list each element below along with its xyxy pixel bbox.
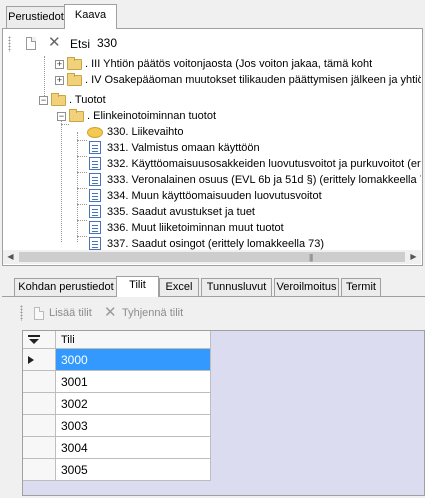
- oval-icon: [87, 127, 103, 138]
- folder-icon: [67, 57, 82, 70]
- tree-node-label: . Elinkeinotoiminnan tuotot: [87, 110, 217, 122]
- expand-plus-icon[interactable]: +: [55, 76, 64, 85]
- row-header[interactable]: [23, 371, 56, 393]
- table-row[interactable]: 3003: [56, 415, 211, 437]
- row-header[interactable]: [23, 349, 56, 371]
- tab-kaava[interactable]: Kaava: [64, 4, 117, 29]
- scroll-right-arrow-icon[interactable]: ▶: [406, 250, 421, 264]
- scroll-grip-icon: |||: [309, 253, 313, 262]
- tree-node-label: 333. Veronalainen osuus (EVL 6b ja 51d §…: [107, 174, 421, 186]
- row-header[interactable]: [23, 393, 56, 415]
- tree-node-336[interactable]: 336. Muut liiketoiminnan muut tuotot: [89, 220, 421, 236]
- tree-node-334[interactable]: 334. Muun käyttöomaisuuden luovutusvoito…: [89, 188, 421, 204]
- collapse-minus-icon[interactable]: −: [39, 96, 48, 105]
- row-header[interactable]: [23, 437, 56, 459]
- table-row[interactable]: 3004: [56, 437, 211, 459]
- tree-node-label: . III Yhtiön päätös voitonjaosta (Jos vo…: [85, 58, 373, 70]
- document-icon: [89, 157, 101, 170]
- tree-node-iv-osakepaaoma[interactable]: + . IV Osakepääoman muutokset tilikauden…: [55, 72, 421, 88]
- tab-termit[interactable]: Termit: [341, 278, 381, 296]
- tree-node-label: . Tuotot: [69, 94, 106, 106]
- tree-node-label: 334. Muun käyttöomaisuuden luovutusvoito…: [107, 190, 322, 202]
- tab-tilit[interactable]: Tilit: [116, 276, 159, 297]
- toolbar-grip-icon: [8, 36, 11, 52]
- clear-accounts-label: Tyhjennä tilit: [122, 307, 184, 319]
- tree-node-label: 331. Valmistus omaan käyttöön: [107, 142, 260, 154]
- delete-x-icon[interactable]: ✕: [48, 35, 61, 50]
- folder-icon: [69, 109, 84, 122]
- row-header[interactable]: [23, 415, 56, 437]
- toolbar-grip-icon: [20, 305, 23, 321]
- current-row-arrow-icon: [28, 356, 34, 364]
- add-document-icon: [34, 307, 44, 320]
- tab-kohdan-perustiedot[interactable]: Kohdan perustiedot: [14, 278, 118, 296]
- tree-node-331[interactable]: 331. Valmistus omaan käyttöön: [89, 140, 421, 156]
- new-document-icon[interactable]: [26, 37, 36, 50]
- tree-node-label: 332. Käyttöomaisuusosakkeiden luovutusvo…: [107, 158, 421, 170]
- tree-node-332[interactable]: 332. Käyttöomaisuusosakkeiden luovutusvo…: [89, 156, 421, 172]
- table-row[interactable]: 3005: [56, 459, 211, 481]
- tab-perustiedot[interactable]: Perustiedot: [6, 6, 66, 28]
- document-icon: [89, 237, 101, 250]
- table-row[interactable]: 3002: [56, 393, 211, 415]
- tree-horizontal-scrollbar[interactable]: ◀ ||| ▶: [3, 250, 421, 264]
- accounts-grid: Tili 3000 3001 3002 3003 3004 3005: [22, 330, 425, 496]
- column-header-tili[interactable]: Tili: [56, 331, 211, 349]
- tree-node-333[interactable]: 333. Veronalainen osuus (EVL 6b ja 51d §…: [89, 172, 421, 188]
- tree-node-label: 330. Liikevaihto: [107, 126, 184, 138]
- tree-node-335[interactable]: 335. Saadut avustukset ja tuet: [89, 204, 421, 220]
- kaava-toolbar: ✕ Etsi: [8, 34, 418, 54]
- search-label: Etsi: [70, 37, 91, 51]
- tab-veroilmoitus[interactable]: Veroilmoitus: [274, 278, 339, 296]
- scroll-left-arrow-icon[interactable]: ◀: [3, 250, 18, 264]
- expand-plus-icon[interactable]: +: [55, 60, 64, 69]
- folder-icon: [67, 73, 82, 86]
- search-input[interactable]: [94, 34, 214, 52]
- row-header[interactable]: [23, 459, 56, 481]
- tree-node-tuotot[interactable]: − . Tuotot: [39, 92, 339, 108]
- document-icon: [89, 173, 101, 186]
- tab-excel[interactable]: Excel: [159, 278, 199, 296]
- tree-node-iii-voitonjako[interactable]: + . III Yhtiön päätös voitonjaosta (Jos …: [55, 56, 421, 72]
- filter-icon: [28, 335, 40, 344]
- tree-node-label: 335. Saadut avustukset ja tuet: [107, 206, 255, 218]
- splitter[interactable]: [0, 266, 425, 274]
- add-accounts-label: Lisää tilit: [49, 307, 92, 319]
- document-icon: [89, 189, 101, 202]
- table-row[interactable]: 3001: [56, 371, 211, 393]
- clear-x-icon: ✕: [104, 304, 117, 321]
- table-row[interactable]: 3000: [56, 349, 211, 371]
- folder-icon: [51, 93, 66, 106]
- scroll-thumb[interactable]: [19, 252, 405, 262]
- tree-node-elinkeinotoiminnan-tuotot[interactable]: − . Elinkeinotoiminnan tuotot: [57, 108, 357, 124]
- tab-tunnusluvut[interactable]: Tunnusluvut: [201, 278, 272, 296]
- formula-tree: + . III Yhtiön päätös voitonjaosta (Jos …: [3, 56, 421, 252]
- tree-node-330[interactable]: 330. Liikevaihto: [87, 124, 421, 140]
- document-icon: [89, 205, 101, 218]
- collapse-minus-icon[interactable]: −: [57, 112, 66, 121]
- document-icon: [89, 221, 101, 234]
- document-icon: [89, 141, 101, 154]
- grid-corner-header[interactable]: [23, 331, 56, 349]
- tree-node-label: 336. Muut liiketoiminnan muut tuotot: [107, 222, 284, 234]
- tree-node-label: . IV Osakepääoman muutokset tilikauden p…: [85, 74, 421, 86]
